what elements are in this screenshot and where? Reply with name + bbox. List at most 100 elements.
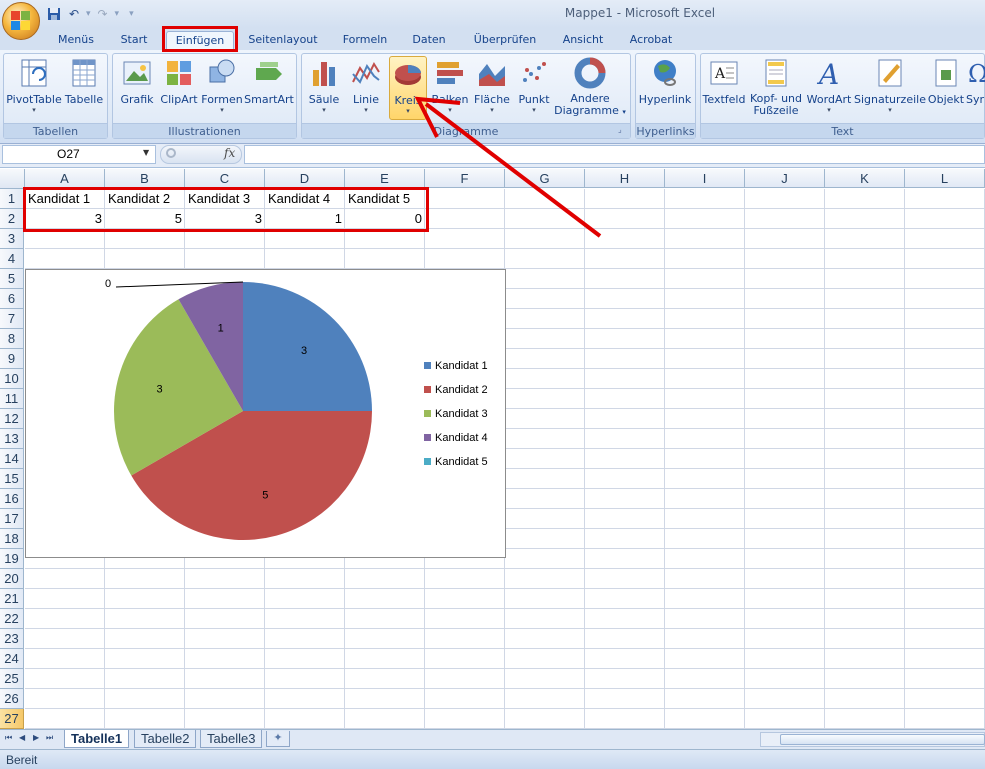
tab-acrobat[interactable]: Acrobat — [621, 31, 681, 49]
line-chart-icon — [349, 56, 383, 90]
row-header-10[interactable]: 10 — [0, 369, 24, 389]
row-header-13[interactable]: 13 — [0, 429, 24, 449]
kreis-button[interactable]: Kreis ▾ — [389, 56, 427, 120]
textfeld-button[interactable]: A Textfeld — [703, 56, 745, 120]
row-header-14[interactable]: 14 — [0, 449, 24, 469]
row-header-12[interactable]: 12 — [0, 409, 24, 429]
row-header-8[interactable]: 8 — [0, 329, 24, 349]
header-footer-icon — [759, 56, 793, 90]
smartart-button[interactable]: SmartArt — [244, 56, 294, 120]
window-title: Mappe1 - Microsoft Excel — [564, 6, 716, 20]
column-header-c[interactable]: C — [185, 169, 265, 188]
wordart-button[interactable]: A WordArt ▾ — [806, 56, 852, 120]
column-header-k[interactable]: K — [825, 169, 905, 188]
row-header-5[interactable]: 5 — [0, 269, 24, 289]
insert-sheet-icon[interactable]: ✦ — [266, 731, 290, 747]
last-sheet-icon[interactable]: ⏭ — [46, 733, 53, 743]
column-header-b[interactable]: B — [105, 169, 185, 188]
column-header-h[interactable]: H — [585, 169, 665, 188]
table-icon — [67, 56, 101, 90]
column-header-l[interactable]: L — [905, 169, 985, 188]
clipart-icon — [162, 56, 196, 90]
row-header-27[interactable]: 27 — [0, 709, 24, 729]
scrollbar-thumb[interactable] — [780, 734, 985, 745]
andere-diagramme-label: Andere Diagramme ▾ — [554, 93, 626, 118]
row-header-1[interactable]: 1 — [0, 189, 24, 209]
tab-daten[interactable]: Daten — [405, 31, 453, 49]
formen-button[interactable]: Formen ▾ — [201, 56, 243, 120]
row-header-21[interactable]: 21 — [0, 589, 24, 609]
sheet-tab-tabelle1[interactable]: Tabelle1 — [64, 730, 130, 748]
flaeche-button[interactable]: Fläche ▾ — [472, 56, 512, 120]
column-header-g[interactable]: G — [505, 169, 585, 188]
balken-button[interactable]: Balken ▾ — [430, 56, 470, 120]
balken-dropdown-icon: ▾ — [448, 106, 452, 114]
row-header-19[interactable]: 19 — [0, 549, 24, 569]
pie-slice-1[interactable] — [243, 282, 372, 411]
column-header-j[interactable]: J — [745, 169, 825, 188]
sheet-tab-tabelle3[interactable]: Tabelle3 — [200, 730, 263, 748]
row-header-16[interactable]: 16 — [0, 489, 24, 509]
grid-hline — [25, 648, 985, 649]
saeule-button[interactable]: Säule ▾ — [305, 56, 343, 120]
row-header-2[interactable]: 2 — [0, 209, 24, 229]
tabelle-button[interactable]: Tabelle — [64, 56, 104, 120]
andere-diagramme-button[interactable]: Andere Diagramme ▾ — [554, 56, 626, 120]
name-box[interactable]: O27 — [2, 145, 156, 164]
column-header-f[interactable]: F — [425, 169, 505, 188]
column-header-e[interactable]: E — [345, 169, 425, 188]
kopf-fusszeile-button[interactable]: Kopf- und Fußzeile — [748, 56, 804, 120]
tab-seitenlayout[interactable]: Seitenlayout — [244, 31, 322, 49]
row-header-4[interactable]: 4 — [0, 249, 24, 269]
pie-chart[interactable]: 3 5 3 1 0 Kandidat 1 Kandidat 2 Kandidat 3 Kandi… — [25, 269, 506, 558]
dialog-launcher-icon[interactable]: ⌟ — [618, 125, 622, 134]
row-header-3[interactable]: 3 — [0, 229, 24, 249]
tab-menues[interactable]: Menüs — [50, 31, 102, 49]
tab-start[interactable]: Start — [110, 31, 158, 49]
symbol-button[interactable]: Ω Syr — [966, 56, 985, 120]
clipart-label: ClipArt — [160, 93, 198, 106]
row-header-20[interactable]: 20 — [0, 569, 24, 589]
flaeche-dropdown-icon: ▾ — [490, 106, 494, 114]
pivottable-button[interactable]: PivotTable ▾ — [6, 56, 62, 120]
clipart-button[interactable]: ClipArt — [158, 56, 200, 120]
column-header-d[interactable]: D — [265, 169, 345, 188]
first-sheet-icon[interactable]: ⏮ — [5, 733, 12, 743]
tab-ansicht[interactable]: Ansicht — [556, 31, 610, 49]
row-header-15[interactable]: 15 — [0, 469, 24, 489]
area-chart-icon — [475, 56, 509, 90]
office-button[interactable] — [2, 2, 40, 40]
tab-ueberpruefen[interactable]: Überprüfen — [467, 31, 543, 49]
row-header-24[interactable]: 24 — [0, 649, 24, 669]
tab-formeln[interactable]: Formeln — [336, 31, 394, 49]
signaturzeile-button[interactable]: Signaturzeile ▾ — [854, 56, 926, 120]
objekt-button[interactable]: Objekt — [927, 56, 965, 120]
next-sheet-icon[interactable]: ▶ — [33, 733, 39, 742]
row-header-7[interactable]: 7 — [0, 309, 24, 329]
row-header-17[interactable]: 17 — [0, 509, 24, 529]
row-header-18[interactable]: 18 — [0, 529, 24, 549]
sheet-tab-tabelle2[interactable]: Tabelle2 — [134, 730, 197, 748]
row-header-22[interactable]: 22 — [0, 609, 24, 629]
group-label-hyperlinks: Hyperlinks — [636, 123, 695, 138]
punkt-button[interactable]: Punkt ▾ — [514, 56, 554, 120]
row-header-11[interactable]: 11 — [0, 389, 24, 409]
select-all-corner[interactable] — [0, 169, 25, 189]
formula-input[interactable] — [244, 145, 985, 164]
prev-sheet-icon[interactable]: ◀ — [19, 733, 25, 742]
column-header-a[interactable]: A — [25, 169, 105, 188]
row-header-23[interactable]: 23 — [0, 629, 24, 649]
row-header-26[interactable]: 26 — [0, 689, 24, 709]
row-header-9[interactable]: 9 — [0, 349, 24, 369]
name-box-dropdown-icon[interactable]: ▼ — [143, 148, 149, 157]
data-label-2: 5 — [262, 489, 268, 501]
grafik-button[interactable]: Grafik — [117, 56, 157, 120]
row-header-6[interactable]: 6 — [0, 289, 24, 309]
linie-button[interactable]: Linie ▾ — [347, 56, 385, 120]
hyperlink-button[interactable]: Hyperlink — [637, 56, 693, 120]
insert-function-button[interactable]: fx — [224, 146, 235, 160]
row-header-25[interactable]: 25 — [0, 669, 24, 689]
column-header-i[interactable]: I — [665, 169, 745, 188]
svg-text:A: A — [816, 58, 839, 90]
flaeche-label: Fläche — [474, 93, 510, 106]
